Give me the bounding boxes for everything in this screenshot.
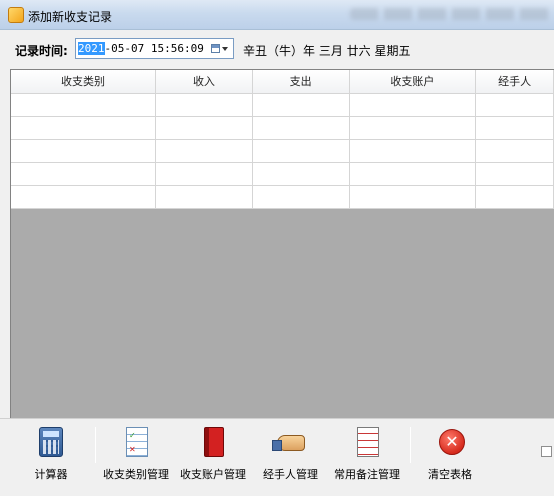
record-time-value[interactable]: 2021-05-07 15:56:09 [78, 42, 204, 55]
table-cell[interactable] [349, 139, 477, 163]
column-header-category[interactable]: 收支类别 [11, 70, 157, 94]
date-rest[interactable]: -05-07 15:56:09 [105, 42, 204, 55]
table-cell[interactable] [475, 116, 554, 140]
table-cell[interactable] [11, 185, 157, 209]
table-row [11, 116, 554, 140]
table-cell[interactable] [475, 162, 554, 186]
account-management-label: 收支账户管理 [180, 468, 246, 481]
record-time-picker[interactable]: 2021-05-07 15:56:09 [75, 38, 234, 59]
table-cell[interactable] [349, 185, 477, 209]
app-icon [8, 7, 24, 23]
table-cell[interactable] [155, 185, 253, 209]
notes-management-button[interactable]: 常用备注管理 [334, 427, 400, 485]
table-row [11, 162, 554, 186]
table-cell[interactable] [11, 93, 157, 117]
table-row [11, 93, 554, 117]
table-cell[interactable] [475, 93, 554, 117]
record-time-bar: 记录时间: 2021-05-07 15:56:09 辛丑（牛）年 三月 廿六 星… [0, 30, 554, 68]
table-cell[interactable] [252, 185, 350, 209]
table-cell[interactable] [11, 139, 157, 163]
table-row [11, 185, 554, 209]
chevron-down-icon [221, 46, 228, 51]
notes-icon [350, 427, 384, 459]
table-cell[interactable] [155, 162, 253, 186]
table-cell[interactable] [475, 185, 554, 209]
handler-management-label: 经手人管理 [263, 468, 318, 481]
column-header-expense[interactable]: 支出 [252, 70, 350, 94]
table-cell[interactable] [475, 139, 554, 163]
column-header-handler[interactable]: 经手人 [475, 70, 554, 94]
column-header-income[interactable]: 收入 [155, 70, 253, 94]
toolbar-separator [410, 427, 411, 463]
category-management-button[interactable]: 收支类别管理 [103, 427, 169, 485]
table-cell[interactable] [349, 93, 477, 117]
calculator-icon [34, 427, 68, 459]
account-management-button[interactable]: 收支账户管理 [180, 427, 246, 485]
clear-icon: ✕ [433, 427, 467, 459]
handler-hand-icon [271, 427, 308, 459]
table-cell[interactable] [155, 116, 253, 140]
account-book-icon [196, 427, 230, 459]
option-checkbox[interactable] [541, 446, 552, 457]
table-cell[interactable] [349, 162, 477, 186]
table-cell[interactable] [155, 93, 253, 117]
title-bar: 添加新收支记录 [0, 0, 554, 30]
calculator-label: 计算器 [34, 468, 68, 481]
toolbar-separator [95, 427, 96, 463]
clear-table-label: 清空表格 [428, 468, 472, 481]
table-header-row: 收支类别 收入 支出 收支账户 经手人 [11, 70, 554, 94]
records-grid[interactable]: 收支类别 收入 支出 收支账户 经手人 [10, 69, 554, 418]
table-cell[interactable] [155, 139, 253, 163]
table-cell[interactable] [252, 162, 350, 186]
calculator-button[interactable]: 计算器 [34, 427, 68, 485]
table-cell[interactable] [252, 116, 350, 140]
bottom-toolbar: 计算器 收支类别管理 收支账户管理 经手人管理 常用备注管理 ✕ 清空表格 [0, 418, 554, 496]
category-list-icon [119, 427, 153, 459]
notes-management-label: 常用备注管理 [334, 468, 400, 481]
window-title: 添加新收支记录 [28, 10, 113, 24]
window-controls[interactable] [350, 8, 550, 20]
date-year-selected[interactable]: 2021 [78, 42, 105, 55]
calendar-dropdown-button[interactable] [208, 41, 230, 56]
table-cell[interactable] [252, 139, 350, 163]
handler-management-button[interactable]: 经手人管理 [263, 427, 318, 485]
table-cell[interactable] [11, 162, 157, 186]
column-header-account[interactable]: 收支账户 [349, 70, 477, 94]
calendar-icon [210, 44, 220, 53]
table-cell[interactable] [252, 93, 350, 117]
category-management-label: 收支类别管理 [103, 468, 169, 481]
table-row [11, 139, 554, 163]
table-cell[interactable] [11, 116, 157, 140]
table-cell[interactable] [349, 116, 477, 140]
lunar-date-text: 辛丑（牛）年 三月 廿六 星期五 [243, 44, 411, 58]
records-table: 收支类别 收入 支出 收支账户 经手人 [11, 70, 554, 209]
record-time-label: 记录时间: [15, 44, 68, 58]
clear-table-button[interactable]: ✕ 清空表格 [428, 427, 472, 485]
